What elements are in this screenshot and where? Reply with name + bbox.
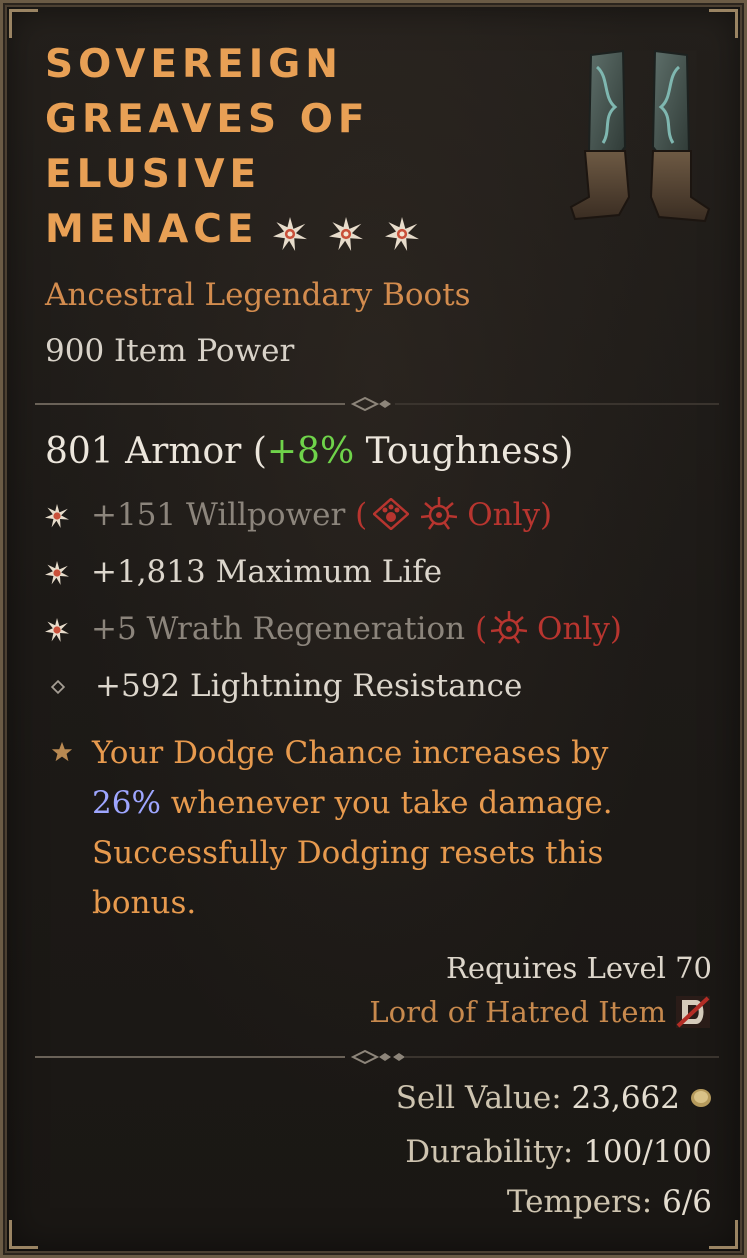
frame-corner xyxy=(9,1220,38,1249)
title-line: SOVEREIGN xyxy=(45,42,343,87)
spiritborn-class-icon xyxy=(490,611,528,644)
legendary-power-text: Your Dodge Chance increases by 26% whenev… xyxy=(92,735,613,921)
frame-corner xyxy=(709,1220,738,1249)
item-power: 900 Item Power xyxy=(45,333,295,369)
greater-affix-star-icon xyxy=(328,216,363,251)
greater-affix-icon xyxy=(45,504,69,528)
lord-of-hatred-icon xyxy=(676,996,710,1028)
greater-affix-star-icon xyxy=(272,216,307,251)
toughness-bonus: +8% xyxy=(266,431,355,472)
legendary-value-highlight: 26% xyxy=(92,785,161,821)
affix-lightning-resistance: +592 Lightning Resistance xyxy=(45,668,522,704)
item-type: Ancestral Legendary Boots xyxy=(45,277,471,313)
armor-stat: 801 Armor (+8% Toughness) xyxy=(45,431,574,472)
tempers: Tempers: 6/6 xyxy=(506,1184,712,1220)
affix-diamond-icon xyxy=(51,680,65,694)
title-line: GREAVES OF xyxy=(45,97,370,142)
greater-affix-star-icon xyxy=(384,216,419,251)
boots-icon xyxy=(569,49,711,223)
item-tooltip: SOVEREIGN GREAVES OF ELUSIVE MENACE Ance… xyxy=(0,0,747,1258)
expansion-tag: Lord of Hatred Item xyxy=(369,995,710,1029)
gold-coin-icon xyxy=(691,1089,711,1107)
greater-affix-stars xyxy=(272,204,441,259)
spiritborn-class-icon xyxy=(421,497,458,530)
durability: Durability: 100/100 xyxy=(405,1134,712,1170)
frame-corner xyxy=(9,9,38,38)
title-line-last: MENACE xyxy=(45,202,565,259)
sell-value: Sell Value: 23,662 xyxy=(396,1080,712,1116)
legendary-power-star-icon xyxy=(51,741,73,762)
item-title: SOVEREIGN GREAVES OF ELUSIVE MENACE xyxy=(45,37,565,259)
druid-class-icon xyxy=(372,497,411,531)
title-line: ELUSIVE xyxy=(45,152,262,197)
affix-maximum-life: +1,813 Maximum Life xyxy=(45,554,442,590)
affix-wrath-regeneration: +5 Wrath Regeneration (Only) xyxy=(45,611,622,647)
affix-willpower: +151 Willpower (Only) xyxy=(45,497,552,533)
greater-affix-icon xyxy=(45,618,69,642)
greater-affix-icon xyxy=(45,561,69,585)
divider xyxy=(35,1049,719,1065)
required-level: Requires Level 70 xyxy=(446,951,712,985)
frame-corner xyxy=(709,9,738,38)
divider xyxy=(35,396,719,412)
